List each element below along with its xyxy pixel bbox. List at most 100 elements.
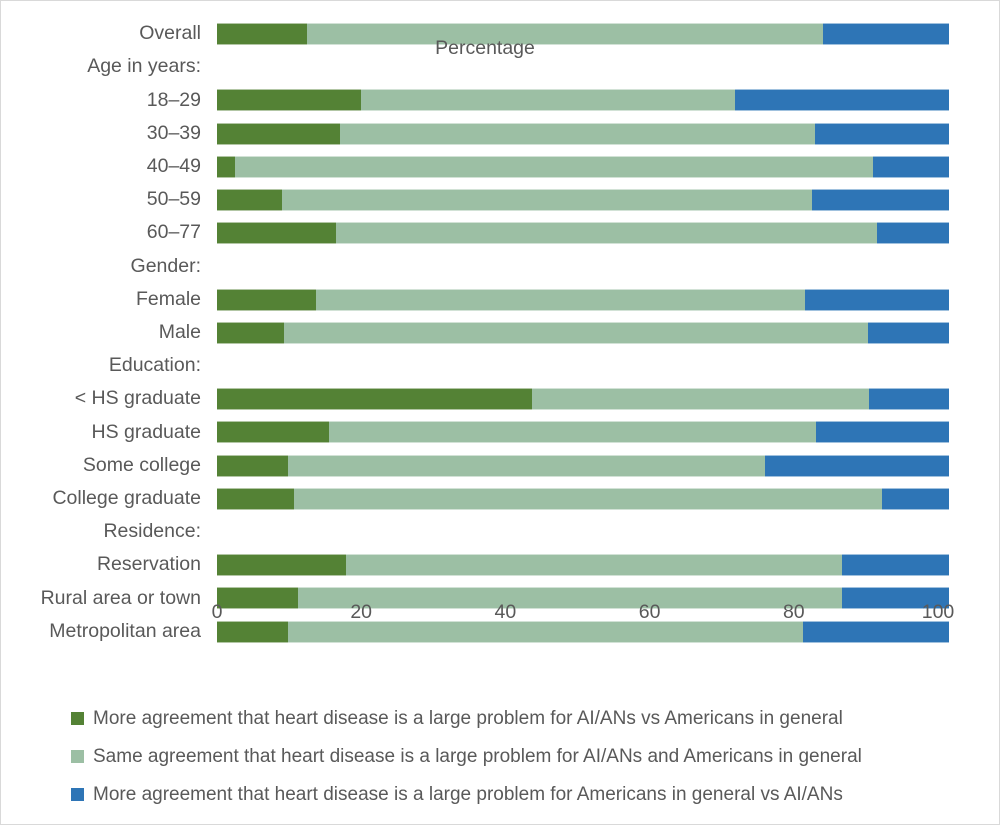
bar-category-label: 50–59 bbox=[146, 188, 201, 211]
bar-track bbox=[209, 122, 1000, 145]
category-header-label: Education: bbox=[108, 354, 201, 377]
chart-bar-row: HS graduate bbox=[1, 415, 1000, 449]
category-header-label: Age in years: bbox=[87, 55, 201, 78]
bar-track bbox=[209, 521, 1000, 543]
category-header-row: Gender: bbox=[1, 249, 1000, 283]
bar-category-label: Reservation bbox=[96, 553, 201, 576]
bar-category-label: College graduate bbox=[52, 487, 201, 510]
bar-track bbox=[209, 454, 1000, 477]
bar-segment-same bbox=[328, 421, 817, 444]
bar-segment-more-ai-an bbox=[217, 288, 316, 311]
x-axis-tick-label: 0 bbox=[211, 601, 223, 623]
bar-category-label: Female bbox=[135, 287, 201, 310]
bar-segment-same bbox=[281, 189, 812, 211]
chart-legend: More agreement that heart disease is a l… bbox=[1, 691, 1000, 816]
bar-segment-same bbox=[339, 122, 816, 145]
chart-bar-row: Male bbox=[1, 316, 1000, 350]
bar-track bbox=[209, 355, 1000, 377]
bar-track bbox=[209, 255, 1000, 277]
bar-category-label: 40–49 bbox=[146, 155, 201, 178]
bar-segment-more-ai-an bbox=[217, 554, 347, 577]
bar-track bbox=[209, 421, 1000, 444]
bar-segment-same bbox=[315, 288, 806, 311]
bar-segment-more-americans bbox=[881, 487, 949, 510]
bar-segment-more-ai-an bbox=[217, 122, 340, 145]
chart-bar-row: Female bbox=[1, 283, 1000, 317]
category-header-label: Residence: bbox=[103, 520, 201, 543]
x-axis-tick-label: 80 bbox=[782, 601, 805, 623]
bar-category-label: < HS graduate bbox=[74, 387, 201, 410]
chart-bar-row: < HS graduate bbox=[1, 382, 1000, 416]
bar-segment-same bbox=[294, 487, 882, 510]
light-green-swatch bbox=[71, 749, 84, 763]
chart-bar-row: College graduate bbox=[1, 482, 1000, 516]
bar-segment-more-ai-an bbox=[217, 421, 329, 444]
bar-segment-more-ai-an bbox=[217, 388, 533, 411]
dark-green-swatch bbox=[71, 711, 84, 725]
category-header-row: Education: bbox=[1, 349, 1000, 383]
bar-segment-same bbox=[361, 89, 735, 112]
chart-bar-row: 40–49 bbox=[1, 150, 1000, 184]
chart-bar-row: Reservation bbox=[1, 548, 1000, 582]
bar-segment-more-americans bbox=[815, 122, 949, 145]
bar-segment-same bbox=[235, 155, 874, 178]
bar-segment-more-americans bbox=[734, 89, 949, 112]
plot-area: Overall Age in years: 18–29 30–39 40–49 50–59… bbox=[1, 1, 1000, 643]
bar-segment-more-americans bbox=[868, 321, 949, 344]
bar-track bbox=[209, 222, 1000, 245]
x-axis-title: Percentage bbox=[1, 37, 1000, 60]
bar-segment-more-americans bbox=[805, 288, 949, 311]
bar-category-label: HS graduate bbox=[91, 420, 202, 443]
bar-track bbox=[209, 388, 1000, 411]
x-axis-tick-label: 40 bbox=[494, 601, 517, 623]
bar-segment-more-americans bbox=[764, 454, 949, 477]
legend-item: Same agreement that heart disease is a l… bbox=[71, 737, 1000, 775]
bar-track bbox=[209, 321, 1000, 344]
x-axis-tick-label: 60 bbox=[638, 601, 661, 623]
bar-segment-same bbox=[335, 222, 877, 245]
bar-segment-more-ai-an bbox=[217, 454, 288, 477]
bar-track bbox=[209, 189, 1000, 211]
bar-segment-more-ai-an bbox=[217, 189, 282, 211]
chart-bar-row: 30–39 bbox=[1, 117, 1000, 151]
bar-track bbox=[209, 89, 1000, 112]
bar-segment-more-americans bbox=[811, 189, 949, 211]
legend-item-label: More agreement that heart disease is a l… bbox=[93, 783, 843, 805]
bar-track bbox=[209, 288, 1000, 311]
bar-track bbox=[209, 155, 1000, 178]
bar-segment-more-ai-an bbox=[217, 321, 285, 344]
legend-item: More agreement that heart disease is a l… bbox=[71, 699, 1000, 737]
x-axis: 0 20 40 60 80 100 bbox=[1, 597, 1000, 657]
bar-segment-more-americans bbox=[816, 421, 949, 444]
bar-category-label: Male bbox=[158, 321, 201, 344]
bar-segment-same bbox=[287, 454, 765, 477]
bar-segment-more-americans bbox=[873, 155, 949, 178]
chart-bar-row: 50–59 bbox=[1, 183, 1000, 217]
bar-segment-more-ai-an bbox=[217, 222, 336, 245]
bar-category-label: 18–29 bbox=[146, 88, 201, 111]
category-header-label: Gender: bbox=[130, 254, 201, 277]
bar-category-label: Some college bbox=[82, 453, 201, 476]
chart-bar-row: 60–77 bbox=[1, 216, 1000, 250]
x-axis-tick-label: 100 bbox=[921, 601, 955, 623]
bar-category-label: 30–39 bbox=[146, 121, 201, 144]
legend-item-label: More agreement that heart disease is a l… bbox=[93, 707, 843, 729]
bar-segment-more-americans bbox=[842, 554, 949, 577]
chart-bar-row: Some college bbox=[1, 449, 1000, 483]
bar-segment-same bbox=[346, 554, 843, 577]
bar-segment-same bbox=[284, 321, 869, 344]
bar-category-label: 60–77 bbox=[146, 221, 201, 244]
x-axis-title-text: Percentage bbox=[435, 37, 535, 59]
chart-bar-row: 18–29 bbox=[1, 83, 1000, 117]
bar-segment-more-americans bbox=[868, 388, 949, 411]
x-axis-tick-label: 20 bbox=[350, 601, 373, 623]
bar-segment-more-ai-an bbox=[217, 89, 362, 112]
blue-swatch bbox=[71, 787, 84, 801]
bar-segment-more-ai-an bbox=[217, 487, 295, 510]
chart-figure: Overall Age in years: 18–29 30–39 40–49 50–59… bbox=[0, 0, 1000, 825]
category-header-row: Residence: bbox=[1, 515, 1000, 549]
bar-track bbox=[209, 487, 1000, 510]
bar-track bbox=[209, 554, 1000, 577]
bar-segment-more-americans bbox=[876, 222, 949, 245]
bar-segment-more-ai-an bbox=[217, 155, 236, 178]
